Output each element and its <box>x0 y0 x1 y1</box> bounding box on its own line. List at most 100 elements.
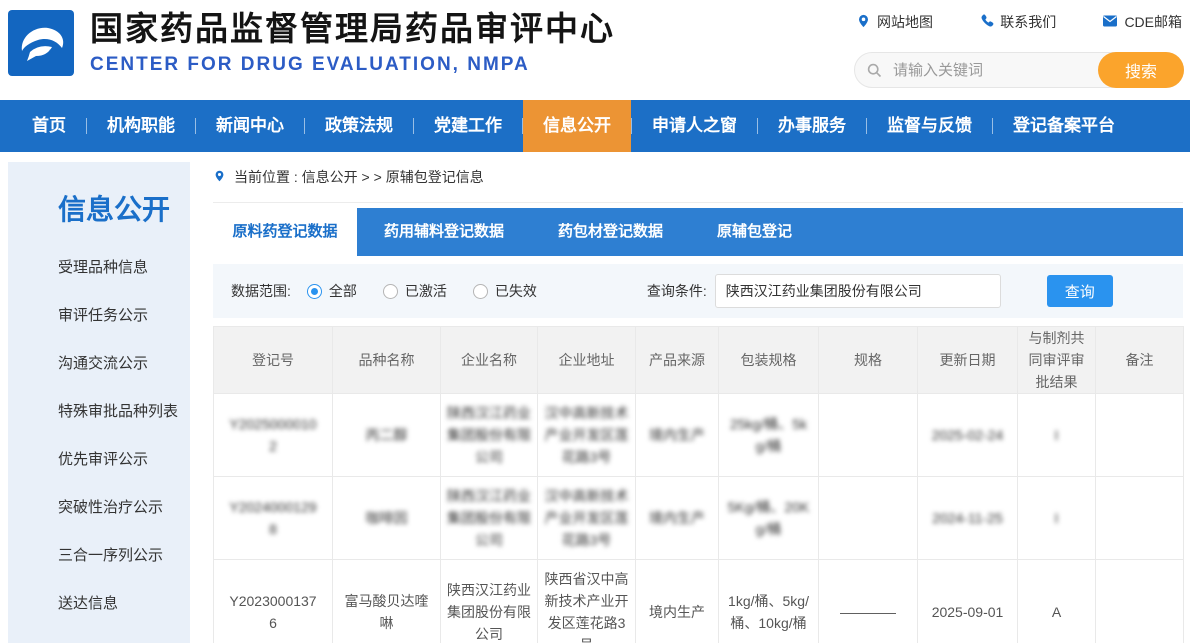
main-nav: 首页 机构职能 新闻中心 政策法规 党建工作 信息公开 申请人之窗 办事服务 监… <box>0 100 1190 152</box>
nav-item-news[interactable]: 新闻中心 <box>196 100 304 152</box>
breadcrumb-text: 当前位置 : 信息公开 > > 原辅包登记信息 <box>234 167 484 187</box>
cell-update-date: 2025-09-01 <box>918 560 1018 643</box>
cell-product-origin: 境内生产 <box>636 477 719 560</box>
header-product-name: 品种名称 <box>333 327 441 394</box>
cell-company-name: 陕西汉江药业集团股份有限公司 <box>441 394 538 477</box>
header-spec: 规格 <box>819 327 918 394</box>
cell-spec: ———— <box>819 560 918 643</box>
brand: 国家药品监督管理局药品审评中心 CENTER FOR DRUG EVALUATI… <box>8 10 615 76</box>
cell-product-name: 丙二醇 <box>333 394 441 477</box>
radio-label: 已激活 <box>405 281 447 301</box>
sidebar-item-priority-review[interactable]: 优先审评公示 <box>58 436 190 484</box>
sidebar-item-three-in-one[interactable]: 三合一序列公示 <box>58 532 190 580</box>
tab-bar: 原料药登记数据 药用辅料登记数据 药包材登记数据 原辅包登记 <box>213 208 1183 256</box>
radio-expired[interactable]: 已失效 <box>473 281 537 301</box>
cell-update-date: 2024-11-25 <box>918 477 1018 560</box>
nav-item-applicant-window[interactable]: 申请人之窗 <box>632 100 757 152</box>
cell-product-name: 咖啡因 <box>333 477 441 560</box>
cell-joint-review-result: A <box>1018 560 1096 643</box>
cell-reg-no: Y20240001298 <box>214 477 333 560</box>
tab-registration[interactable]: 原辅包登记 <box>690 208 819 256</box>
cell-joint-review-result: I <box>1018 394 1096 477</box>
nav-item-services[interactable]: 办事服务 <box>758 100 866 152</box>
site-subtitle: CENTER FOR DRUG EVALUATION, NMPA <box>90 54 615 76</box>
header-product-origin: 产品来源 <box>636 327 719 394</box>
tab-excipients-data[interactable]: 药用辅料登记数据 <box>357 208 531 256</box>
tab-packaging-data[interactable]: 药包材登记数据 <box>531 208 690 256</box>
page: 国家药品监督管理局药品审评中心 CENTER FOR DRUG EVALUATI… <box>0 0 1190 643</box>
quick-link-label: CDE邮箱 <box>1124 12 1182 32</box>
query-label: 查询条件: <box>647 281 707 301</box>
cell-reg-no: Y20250000102 <box>214 394 333 477</box>
radio-activated[interactable]: 已激活 <box>383 281 447 301</box>
sidebar-item-breakthrough-therapy[interactable]: 突破性治疗公示 <box>58 484 190 532</box>
nav-item-registration-platform[interactable]: 登记备案平台 <box>993 100 1135 152</box>
registration-table: 登记号 品种名称 企业名称 企业地址 产品来源 包装规格 规格 更新日期 与制剂… <box>213 326 1184 643</box>
cell-remark <box>1096 560 1184 643</box>
radio-selected-icon[interactable] <box>307 284 322 299</box>
sidebar-item-special-approval[interactable]: 特殊审批品种列表 <box>58 388 190 436</box>
map-pin-icon <box>213 168 226 187</box>
radio-label: 全部 <box>329 281 357 301</box>
cell-company-name: 陕西汉江药业集团股份有限公司 <box>441 477 538 560</box>
cell-product-name: 富马酸贝达喹啉 <box>333 560 441 643</box>
content: 信息公开 受理品种信息 审评任务公示 沟通交流公示 特殊审批品种列表 优先审评公… <box>0 152 1190 643</box>
nav-item-home[interactable]: 首页 <box>12 100 86 152</box>
table-row: Y20230001376 富马酸贝达喹啉 陕西汉江药业集团股份有限公司 陕西省汉… <box>214 560 1184 643</box>
sidebar-item-common-issues[interactable]: 共性问题 <box>58 628 190 643</box>
radio-all[interactable]: 全部 <box>307 281 357 301</box>
sidebar-item-delivery-info[interactable]: 送达信息 <box>58 580 190 628</box>
cell-spec <box>819 477 918 560</box>
map-pin-icon <box>856 13 871 32</box>
quick-link-label: 联系我们 <box>1000 12 1056 32</box>
nav-item-info-disclosure[interactable]: 信息公开 <box>523 100 631 152</box>
nav-item-party-building[interactable]: 党建工作 <box>414 100 522 152</box>
quick-link-label: 网站地图 <box>877 12 933 32</box>
header-company-address: 企业地址 <box>538 327 636 394</box>
table-header-row: 登记号 品种名称 企业名称 企业地址 产品来源 包装规格 规格 更新日期 与制剂… <box>214 327 1184 394</box>
sidebar-item-communication[interactable]: 沟通交流公示 <box>58 340 190 388</box>
radio-label: 已失效 <box>495 281 537 301</box>
table-row: Y20240001298 咖啡因 陕西汉江药业集团股份有限公司 汉中高新技术产业… <box>214 477 1184 560</box>
nav-item-functions[interactable]: 机构职能 <box>87 100 195 152</box>
quick-links: 网站地图 联系我们 CDE邮箱 <box>854 12 1184 32</box>
query-button[interactable]: 查询 <box>1047 275 1113 307</box>
site-header: 国家药品监督管理局药品审评中心 CENTER FOR DRUG EVALUATI… <box>0 0 1190 100</box>
filter-bar: 数据范围: 全部 已激活 已失效 查询条件: 查询 <box>213 264 1183 318</box>
tab-api-data[interactable]: 原料药登记数据 <box>213 208 357 256</box>
quick-link-mail[interactable]: CDE邮箱 <box>1102 12 1182 32</box>
query-input[interactable] <box>715 274 1001 308</box>
header-joint-review-result: 与制剂共同审评审批结果 <box>1018 327 1096 394</box>
scope-label: 数据范围: <box>231 281 291 301</box>
header-company-name: 企业名称 <box>441 327 538 394</box>
cell-spec <box>819 394 918 477</box>
header-search-button[interactable]: 搜索 <box>1098 52 1184 88</box>
cell-joint-review-result: I <box>1018 477 1096 560</box>
brand-titles: 国家药品监督管理局药品审评中心 CENTER FOR DRUG EVALUATI… <box>90 10 615 76</box>
table-row: Y20250000102 丙二醇 陕西汉江药业集团股份有限公司 汉中高新技术产业… <box>214 394 1184 477</box>
quick-link-sitemap[interactable]: 网站地图 <box>856 12 933 32</box>
cell-remark <box>1096 394 1184 477</box>
header-search: 搜索 <box>854 52 1184 88</box>
quick-link-contact[interactable]: 联系我们 <box>979 12 1056 32</box>
search-icon <box>866 62 883 84</box>
cell-package-spec: 25kg/桶、5kg/桶 <box>719 394 819 477</box>
cell-package-spec: 5Kg/桶、20Kg/桶 <box>719 477 819 560</box>
nav-item-supervision-feedback[interactable]: 监督与反馈 <box>867 100 992 152</box>
header-right: 网站地图 联系我们 CDE邮箱 <box>854 12 1184 88</box>
sidebar-item-accepted-varieties[interactable]: 受理品种信息 <box>58 244 190 292</box>
cell-company-address: 陕西省汉中高新技术产业开发区莲花路3号 <box>538 560 636 643</box>
cell-company-address: 汉中高新技术产业开发区莲花路3号 <box>538 394 636 477</box>
cell-remark <box>1096 477 1184 560</box>
mail-icon <box>1102 14 1118 31</box>
header-reg-no: 登记号 <box>214 327 333 394</box>
main-panel: 当前位置 : 信息公开 > > 原辅包登记信息 原料药登记数据 药用辅料登记数据… <box>213 152 1183 643</box>
cell-update-date: 2025-02-24 <box>918 394 1018 477</box>
cell-company-address: 汉中高新技术产业开发区莲花路3号 <box>538 477 636 560</box>
header-package-spec: 包装规格 <box>719 327 819 394</box>
sidebar-item-review-tasks[interactable]: 审评任务公示 <box>58 292 190 340</box>
cell-product-origin: 境内生产 <box>636 560 719 643</box>
radio-icon[interactable] <box>473 284 488 299</box>
nav-item-policies[interactable]: 政策法规 <box>305 100 413 152</box>
radio-icon[interactable] <box>383 284 398 299</box>
